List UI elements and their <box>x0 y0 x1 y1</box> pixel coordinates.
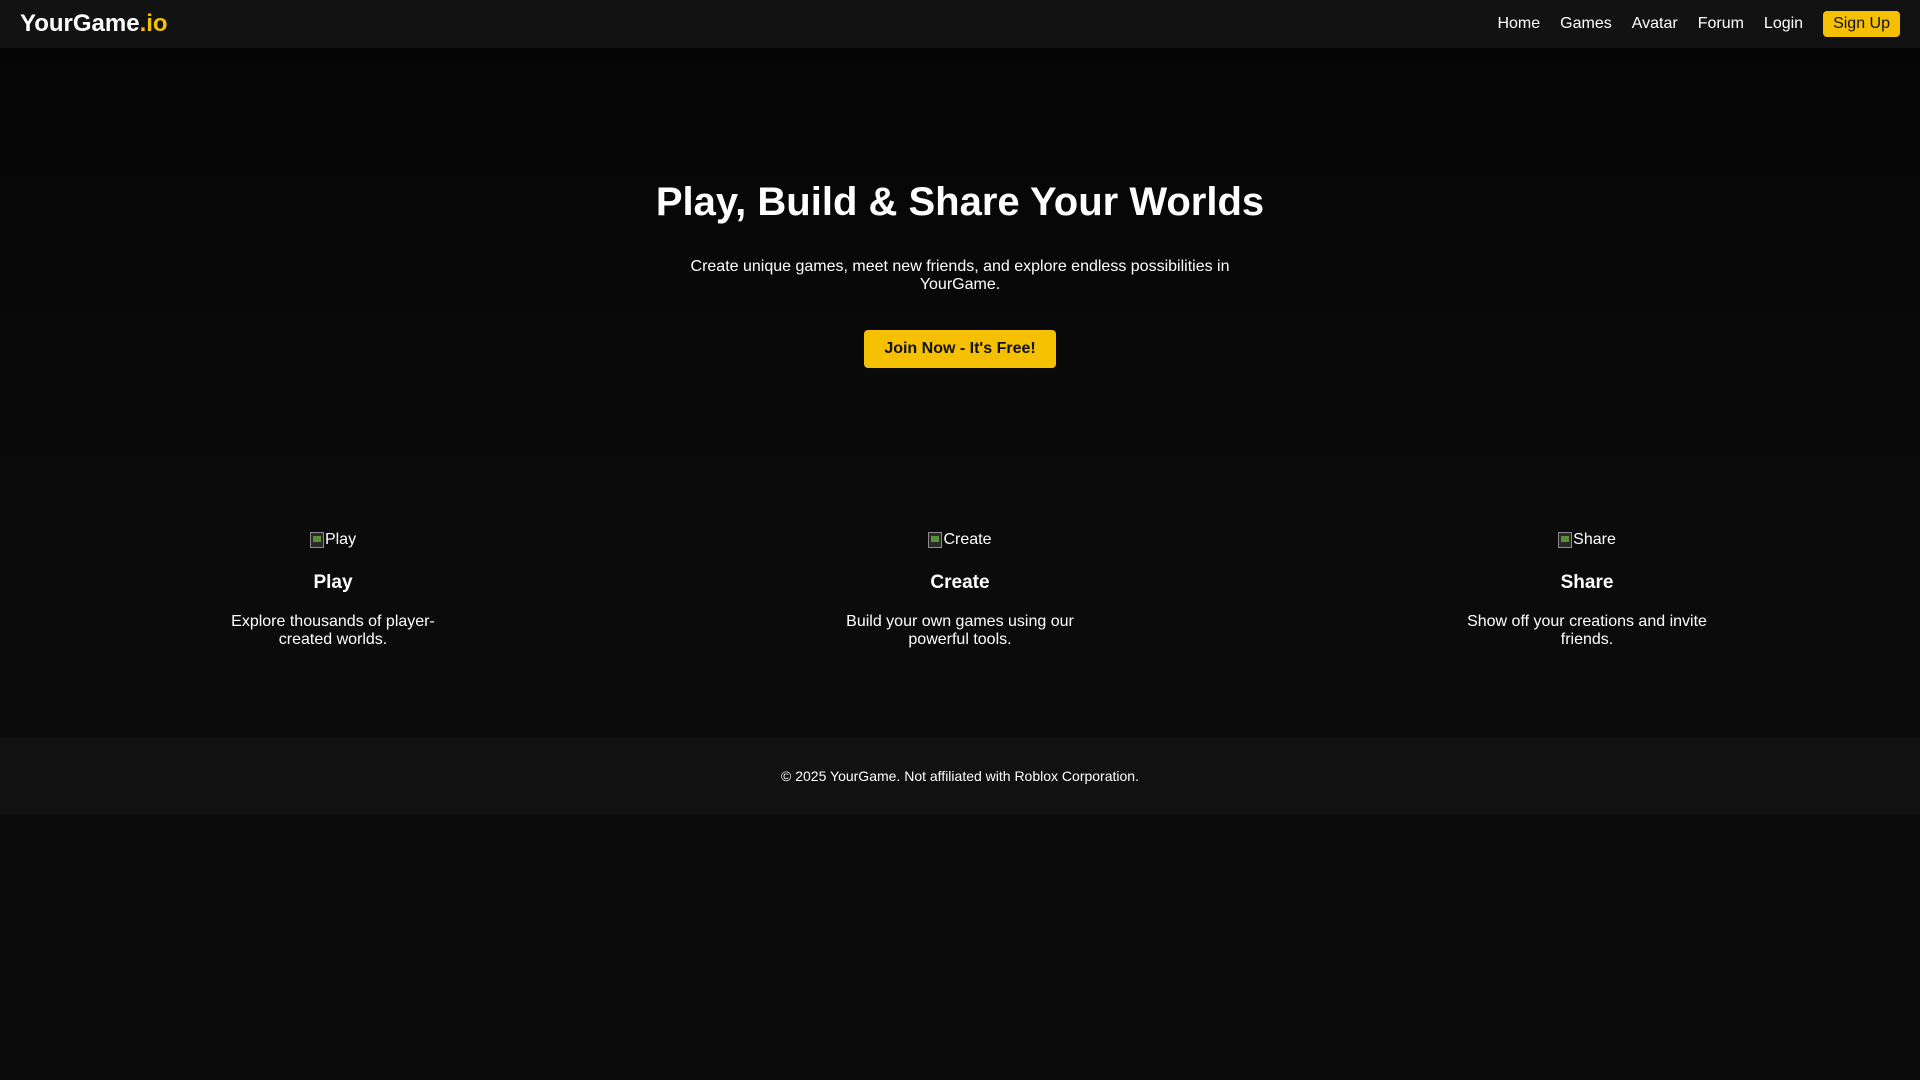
site-logo[interactable]: YourGame.io <box>20 10 168 38</box>
nav-links: Home Games Avatar Forum Login Sign Up <box>1477 11 1900 37</box>
feature-image-create: Create <box>928 530 992 550</box>
footer-text: © 2025 YourGame. Not affiliated with Rob… <box>781 768 1139 784</box>
hero-title: Play, Build & Share Your Worlds <box>655 180 1265 224</box>
feature-description: Explore thousands of player-created worl… <box>231 613 435 648</box>
feature-title: Share <box>1560 572 1614 593</box>
nav-link-login[interactable]: Login <box>1764 15 1803 33</box>
feature-image-alt: Share <box>1573 531 1616 548</box>
broken-image-icon <box>928 532 943 548</box>
hero-subtitle: Create unique games, meet new friends, a… <box>690 258 1230 293</box>
nav-link-home[interactable]: Home <box>1497 15 1540 33</box>
nav-link-forum[interactable]: Forum <box>1698 15 1744 33</box>
nav-link-games[interactable]: Games <box>1560 15 1612 33</box>
feature-image-play: Play <box>309 530 357 550</box>
feature-description: Build your own games using our powerful … <box>846 613 1074 648</box>
feature-share: Share Share Show off your creations and … <box>1457 530 1717 649</box>
footer: © 2025 YourGame. Not affiliated with Rob… <box>0 738 1920 814</box>
feature-image-share: Share <box>1558 530 1616 550</box>
feature-play: Play Play Explore thousands of player-cr… <box>203 530 463 649</box>
broken-image-icon <box>1558 532 1573 548</box>
nav-link-avatar[interactable]: Avatar <box>1632 15 1678 33</box>
features-section: Play Play Explore thousands of player-cr… <box>0 530 1920 730</box>
feature-title: Create <box>930 572 990 593</box>
feature-image-alt: Play <box>324 531 357 548</box>
feature-description: Show off your creations and invite frien… <box>1467 613 1707 648</box>
logo-main-text: YourGame <box>20 10 140 37</box>
feature-create: Create Create Build your own games using… <box>830 530 1090 649</box>
broken-image-icon <box>309 532 324 548</box>
logo-accent-text: .io <box>139 10 168 37</box>
signup-button[interactable]: Sign Up <box>1823 11 1900 37</box>
join-now-button[interactable]: Join Now - It's Free! <box>864 330 1056 368</box>
hero-section: Play, Build & Share Your Worlds Create u… <box>0 48 1920 488</box>
navbar: YourGame.io Home Games Avatar Forum Logi… <box>0 0 1920 48</box>
feature-title: Play <box>313 572 353 593</box>
feature-image-alt: Create <box>943 531 992 548</box>
